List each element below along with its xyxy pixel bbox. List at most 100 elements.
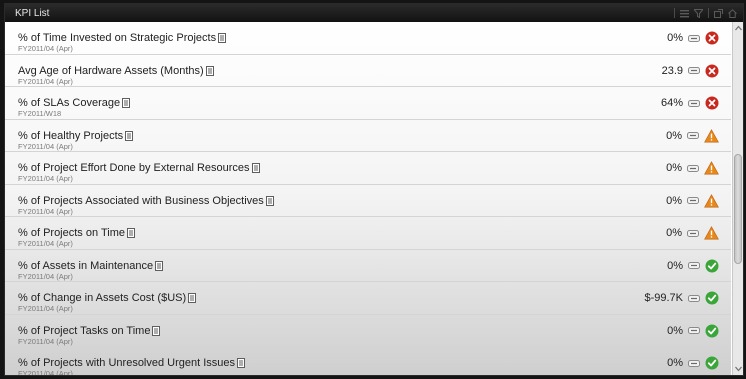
trend-flat-icon [687,164,699,172]
document-icon[interactable] [125,130,134,141]
kpi-name-label: % of Projects on Time [18,227,125,239]
kpi-row[interactable]: % of Change in Assets Cost ($US) FY2011/0… [5,282,731,315]
kpi-row[interactable]: % of Projects on Time FY2011/04 (Apr) 0% [5,217,731,250]
trend-flat-icon [687,229,699,237]
kpi-row[interactable]: % of Time Invested on Strategic Projects… [5,22,731,55]
trend-flat-icon [688,294,700,302]
document-icon[interactable] [251,163,260,173]
kpi-indicators: 0% [666,193,719,208]
kpi-name[interactable]: % of Project Effort Done by External Res… [18,162,260,174]
kpi-name[interactable]: % of Projects Associated with Business O… [18,195,274,207]
document-icon[interactable] [265,195,274,206]
document-icon[interactable] [218,33,227,43]
kpi-value: 23.9 [661,64,683,77]
home-icon[interactable] [728,8,737,18]
trend-flat-icon [688,99,700,107]
kpi-name[interactable]: % of Projects with Unresolved Urgent Iss… [18,357,246,369]
kpi-period: FY2011/W18 [18,109,62,118]
kpi-value: 0% [667,259,683,272]
kpi-period: FY2011/04 (Apr) [18,174,73,183]
kpi-period: FY2011/04 (Apr) [18,336,73,346]
trend-flat-icon [688,359,700,367]
kpi-indicators: 0% [667,31,719,45]
kpi-list: % of Time Invested on Strategic Projects… [5,22,731,375]
kpi-row[interactable]: % of Projects Associated with Business O… [5,185,731,217]
kpi-indicators: 64% [661,96,719,110]
kpi-name[interactable]: Avg Age of Hardware Assets (Months) [18,65,214,77]
ok-status-icon [705,291,719,305]
warning-status-icon [704,193,719,208]
warning-status-icon [704,226,719,240]
trend-flat-icon [687,132,699,139]
document-icon[interactable] [237,358,246,368]
kpi-value: 0% [666,194,682,207]
document-icon[interactable] [205,65,214,76]
trend-flat-icon [688,327,700,334]
critical-status-icon [705,96,719,110]
toolbar-divider [708,8,709,18]
document-icon[interactable] [155,260,164,271]
toolbar-divider [674,8,675,18]
kpi-name[interactable]: % of Healthy Projects [18,129,134,142]
scroll-down-arrow-icon[interactable] [734,364,743,373]
kpi-indicators: 0% [667,324,719,338]
filter-icon[interactable] [694,8,703,18]
kpi-name[interactable]: % of Change in Assets Cost ($US) [18,292,197,304]
kpi-value: $-99.7K [644,292,683,304]
document-icon[interactable] [152,325,161,336]
critical-status-icon [705,31,719,45]
trend-flat-icon [687,197,699,204]
kpi-row[interactable]: % of SLAs Coverage FY2011/W18 64% [5,87,731,120]
kpi-name[interactable]: % of Project Tasks on Time [18,324,161,337]
document-icon[interactable] [127,228,135,238]
kpi-value: 0% [667,324,683,337]
kpi-row[interactable]: Avg Age of Hardware Assets (Months) FY201… [5,55,731,87]
kpi-name-label: % of Projects Associated with Business O… [18,194,264,207]
trend-flat-icon [688,67,700,74]
kpi-period: FY2011/04 (Apr) [18,206,73,216]
scrollbar-thumb[interactable] [734,154,742,264]
kpi-row[interactable]: % of Project Tasks on Time FY2011/04 (Apr… [5,315,731,347]
kpi-indicators: 0% [666,128,719,143]
kpi-row[interactable]: % of Projects with Unresolved Urgent Iss… [5,347,731,375]
kpi-indicators: 0% [667,259,719,273]
kpi-name-label: % of Healthy Projects [18,129,124,142]
kpi-name[interactable]: % of Projects on Time [18,227,135,239]
kpi-period: FY2011/04 (Apr) [18,239,73,248]
kpi-name-label: Avg Age of Hardware Assets (Months) [18,64,204,77]
kpi-value: 0% [667,32,683,44]
kpi-indicators: 23.9 [662,64,719,78]
trend-flat-icon [688,262,700,269]
kpi-name[interactable]: % of Assets in Maintenance [18,259,164,272]
kpi-value: 0% [666,162,682,174]
kpi-row[interactable]: % of Assets in Maintenance FY2011/04 (Apr… [5,250,731,282]
kpi-value: 0% [667,357,683,369]
document-icon[interactable] [188,293,197,303]
panel-titlebar: KPI List [5,4,743,22]
kpi-row[interactable]: % of Healthy Projects FY2011/04 (Apr) 0% [5,120,731,152]
kpi-name[interactable]: % of SLAs Coverage [18,97,131,109]
kpi-period: FY2011/04 (Apr) [18,304,73,313]
kpi-name-label: % of Assets in Maintenance [18,259,154,272]
kpi-name-label: % of Change in Assets Cost ($US) [18,292,187,304]
ok-status-icon [705,356,719,370]
vertical-scrollbar[interactable] [732,22,743,375]
ok-status-icon [705,324,719,338]
kpi-name-label: % of Project Tasks on Time [18,324,151,337]
warning-status-icon [704,161,719,175]
document-icon[interactable] [122,98,131,108]
list-view-icon[interactable] [680,9,689,18]
kpi-value: 0% [666,129,682,142]
kpi-indicators: $-99.7K [644,291,719,305]
titlebar-toolbar [674,8,737,18]
kpi-list-panel: KPI List % of Time Invested on Strategic… [4,3,744,376]
scroll-up-arrow-icon[interactable] [734,24,743,33]
kpi-name-label: % of Project Effort Done by External Res… [18,162,250,174]
warning-status-icon [704,128,719,143]
kpi-indicators: 0% [666,161,719,175]
panel-title: KPI List [15,7,50,19]
kpi-row[interactable]: % of Project Effort Done by External Res… [5,152,731,185]
kpi-indicators: 0% [666,226,719,240]
kpi-name[interactable]: % of Time Invested on Strategic Projects [18,32,227,44]
popout-icon[interactable] [714,8,723,18]
